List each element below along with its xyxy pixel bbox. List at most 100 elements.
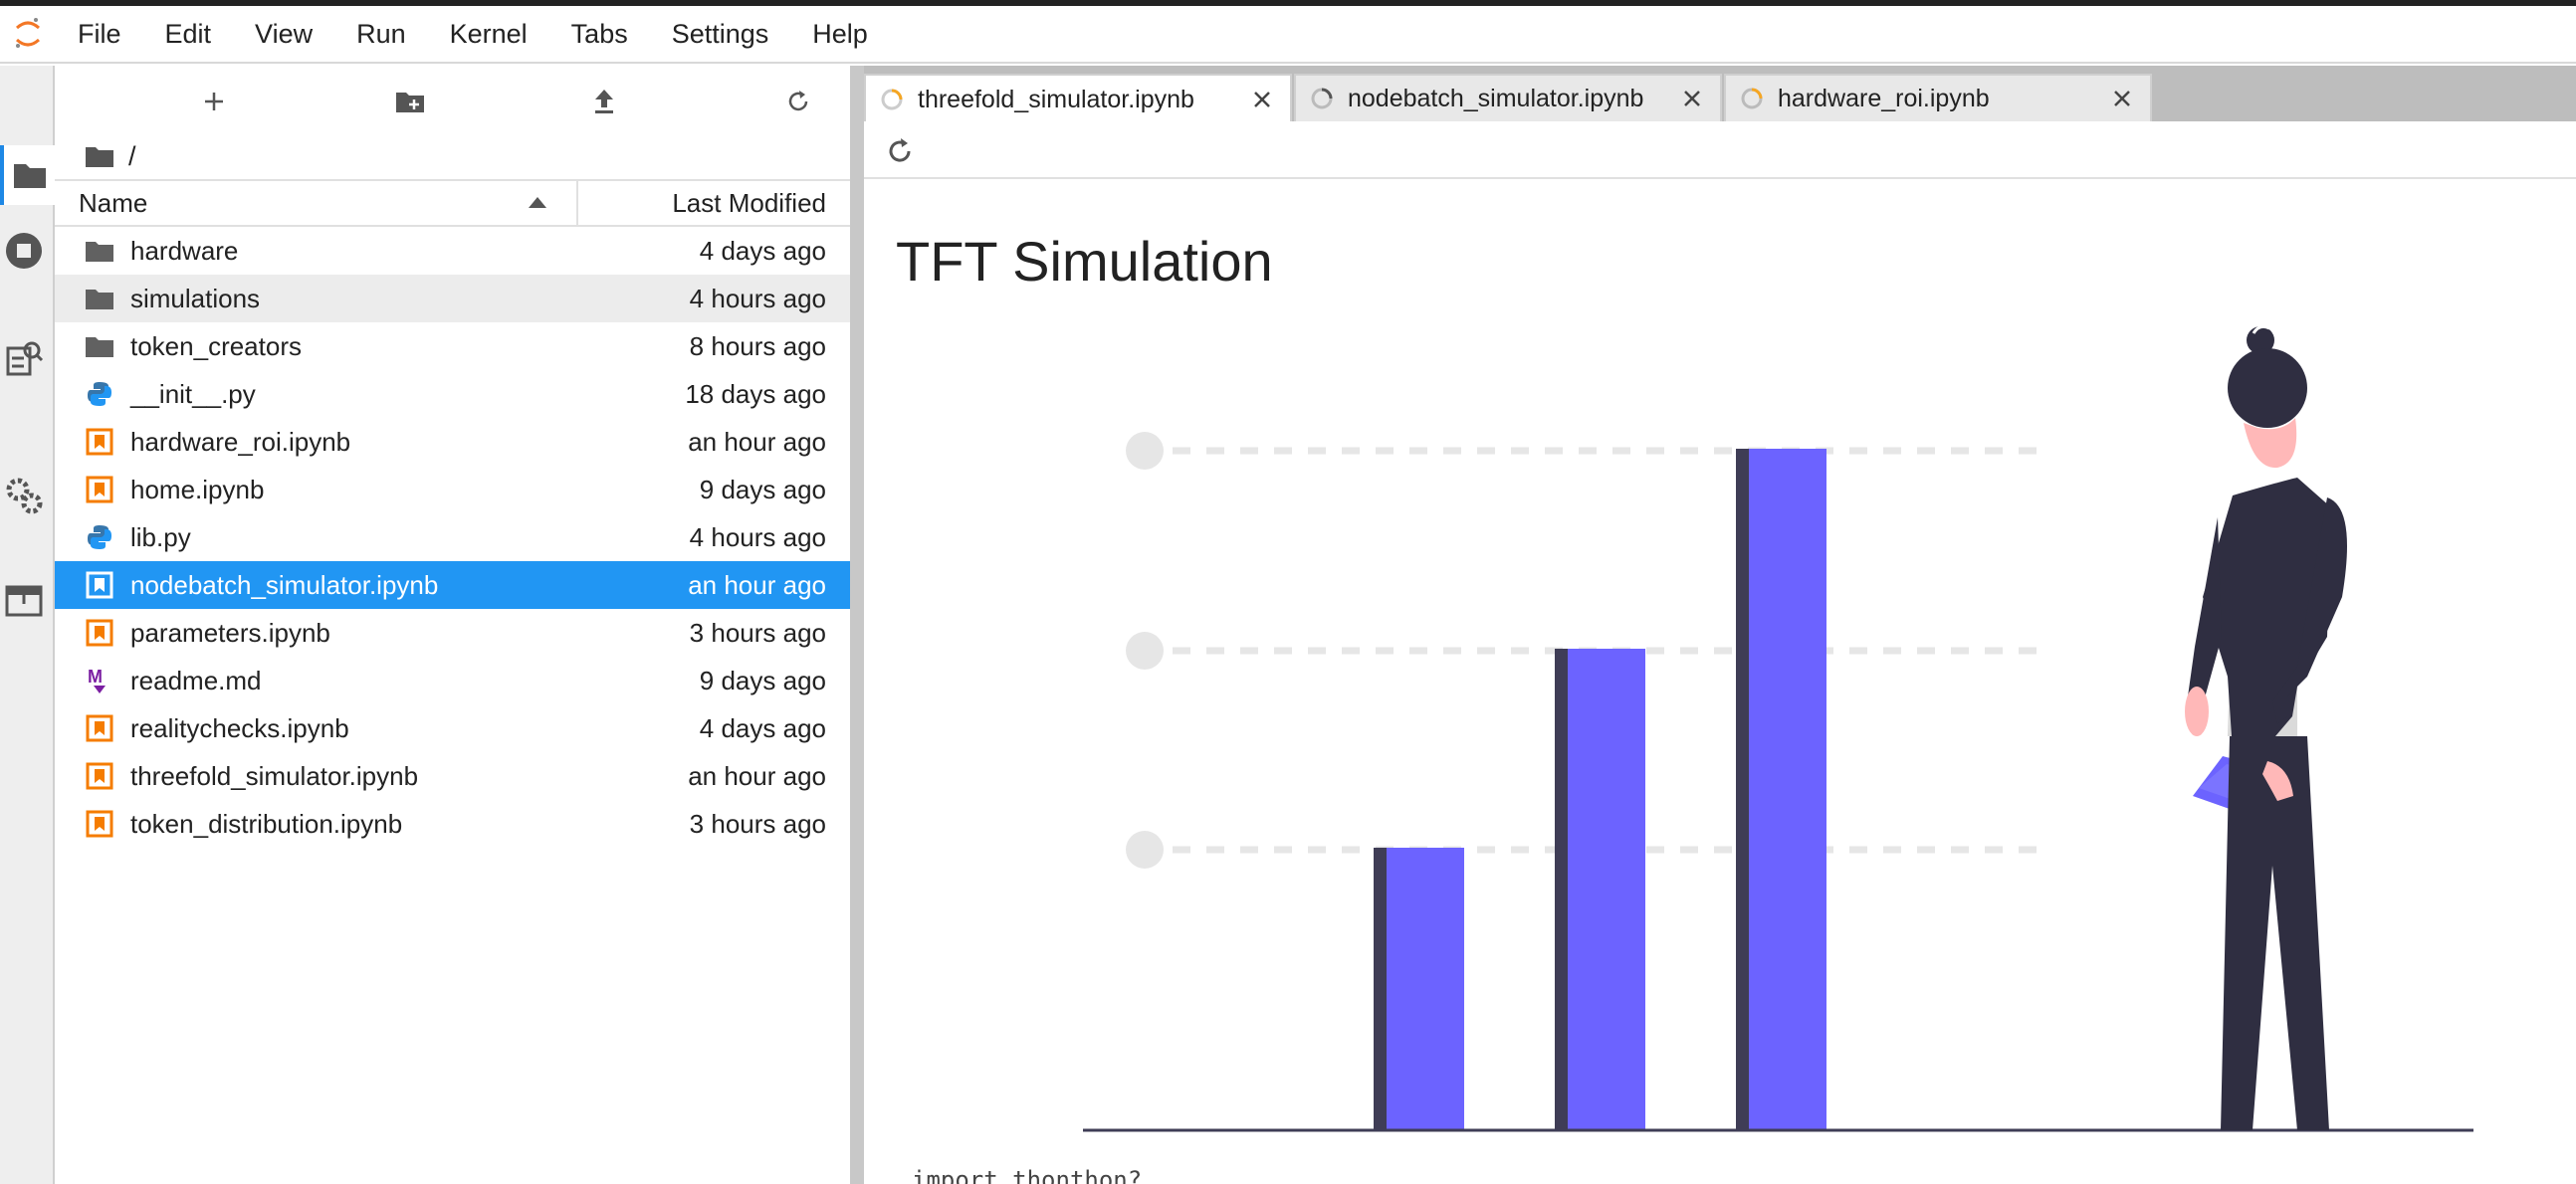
bar-shadow [1374,848,1387,1130]
file-list: hardware 4 days ago simulations 4 hours ago… [55,227,850,848]
column-name-header[interactable]: Name [55,181,578,225]
upload-icon [595,90,613,113]
tab-threefold-simulator[interactable]: threefold_simulator.ipynb [864,74,1292,123]
tabs-icon[interactable] [0,571,47,631]
file-name: token_distribution.ipynb [130,808,403,839]
kernel-busy-icon [1311,88,1333,109]
file-row[interactable]: threefold_simulator.ipynb an hour ago [55,752,850,800]
notebook-icon [83,759,116,793]
file-modified: 4 days ago [699,712,826,743]
file-modified: 9 days ago [699,665,826,695]
file-modified: 8 hours ago [689,330,826,361]
menu-edit[interactable]: Edit [143,5,234,63]
file-name: lib.py [130,521,191,552]
commands-icon[interactable] [0,328,47,388]
breadcrumb: / [85,139,136,173]
guide-dot [1126,432,1164,470]
file-row[interactable]: token_creators 8 hours ago [55,322,850,370]
sort-ascending-icon [529,197,546,208]
menu-tabs[interactable]: Tabs [549,5,650,63]
file-row[interactable]: home.ipynb 9 days ago [55,466,850,513]
menu-view[interactable]: View [233,5,334,63]
close-icon[interactable] [2102,79,2142,118]
bar-shadow [1555,649,1568,1130]
file-name: hardware_roi.ipynb [130,426,351,457]
file-name: realitychecks.ipynb [130,712,349,743]
notebook-icon [83,568,116,602]
refresh-icon[interactable] [884,135,916,167]
menu-settings[interactable]: Settings [650,5,791,63]
python-icon [83,520,116,554]
bar [1749,449,1826,1130]
upload-button[interactable] [574,82,634,121]
kernel-busy-icon [881,89,903,110]
refresh-icon [788,91,808,111]
notebook-icon [83,616,116,650]
file-row[interactable]: hardware 4 days ago [55,227,850,275]
new-launcher-button[interactable] [184,82,244,121]
file-row[interactable]: parameters.ipynb 3 hours ago [55,609,850,657]
python-icon [83,377,116,411]
file-name: readme.md [130,665,262,695]
notebook-icon [83,473,116,506]
file-row[interactable]: simulations 4 hours ago [55,275,850,322]
file-row[interactable]: lib.py 4 hours ago [55,513,850,561]
tab-bar: threefold_simulator.ipynb nodebatch_simu… [864,66,2576,123]
new-launcher-icon [205,93,223,110]
file-row[interactable]: nodebatch_simulator.ipynb an hour ago [55,561,850,609]
file-modified: 3 hours ago [689,808,826,839]
code-cell-partial: import thonthon? [912,1166,1143,1184]
menu-run[interactable]: Run [334,5,428,63]
tab-label: threefold_simulator.ipynb [918,85,1194,113]
file-row[interactable]: Mreadme.md 9 days ago [55,657,850,704]
menu-help[interactable]: Help [790,5,890,63]
file-row[interactable]: realitychecks.ipynb 4 days ago [55,704,850,752]
file-row[interactable]: __init__.py 18 days ago [55,370,850,418]
tab-label: nodebatch_simulator.ipynb [1348,84,1644,112]
folder-icon[interactable] [85,144,114,168]
file-browser: / Name Last Modified hardware 4 days ago s… [55,66,850,1184]
file-name: hardware [130,235,239,266]
file-name: nodebatch_simulator.ipynb [130,569,439,600]
bar [1387,848,1464,1130]
panel-splitter[interactable] [850,66,864,1184]
new-folder-icon [396,93,424,112]
folder-icon[interactable] [0,145,55,205]
notebook-content: TFT Simulation import thonthon? [864,179,2576,1184]
guide-dot [1126,831,1164,869]
file-name: __init__.py [130,378,256,409]
tab-nodebatch-simulator[interactable]: nodebatch_simulator.ipynb [1294,74,1722,121]
menu-kernel[interactable]: Kernel [428,5,549,63]
file-name: simulations [130,283,261,313]
refresh-button[interactable] [768,82,828,121]
bar-shadow [1736,449,1749,1130]
menu-bar: File Edit View Run Kernel Tabs Settings … [0,6,2576,64]
file-modified: 4 hours ago [689,521,826,552]
tab-hardware-roi[interactable]: hardware_roi.ipynb [1724,74,2152,121]
close-icon[interactable] [1242,80,1282,119]
column-name-label: Name [79,187,148,218]
close-icon[interactable] [1672,79,1712,118]
settings-icon[interactable] [0,466,47,525]
notebook-icon [83,807,116,841]
file-row[interactable]: hardware_roi.ipynb an hour ago [55,418,850,466]
new-folder-button[interactable] [380,82,440,121]
guide-dot [1126,632,1164,670]
column-modified-header[interactable]: Last Modified [578,188,850,219]
notebook-icon [83,711,116,745]
file-modified: 3 hours ago [689,617,826,648]
kernel-busy-icon [1741,88,1763,109]
file-modified: 4 hours ago [689,283,826,313]
tab-label: hardware_roi.ipynb [1778,84,1990,112]
file-modified: an hour ago [688,760,826,791]
menu-file[interactable]: File [56,5,143,63]
svg-text:M: M [88,667,103,687]
woman-figure [2185,324,2347,1130]
file-modified: 9 days ago [699,474,826,504]
breadcrumb-root[interactable]: / [128,141,136,172]
file-row[interactable]: token_distribution.ipynb 3 hours ago [55,800,850,848]
bar [1568,649,1645,1130]
finance-illustration-image [1083,324,2473,1132]
running-icon[interactable] [0,221,47,281]
markdown-icon: M [83,664,116,697]
